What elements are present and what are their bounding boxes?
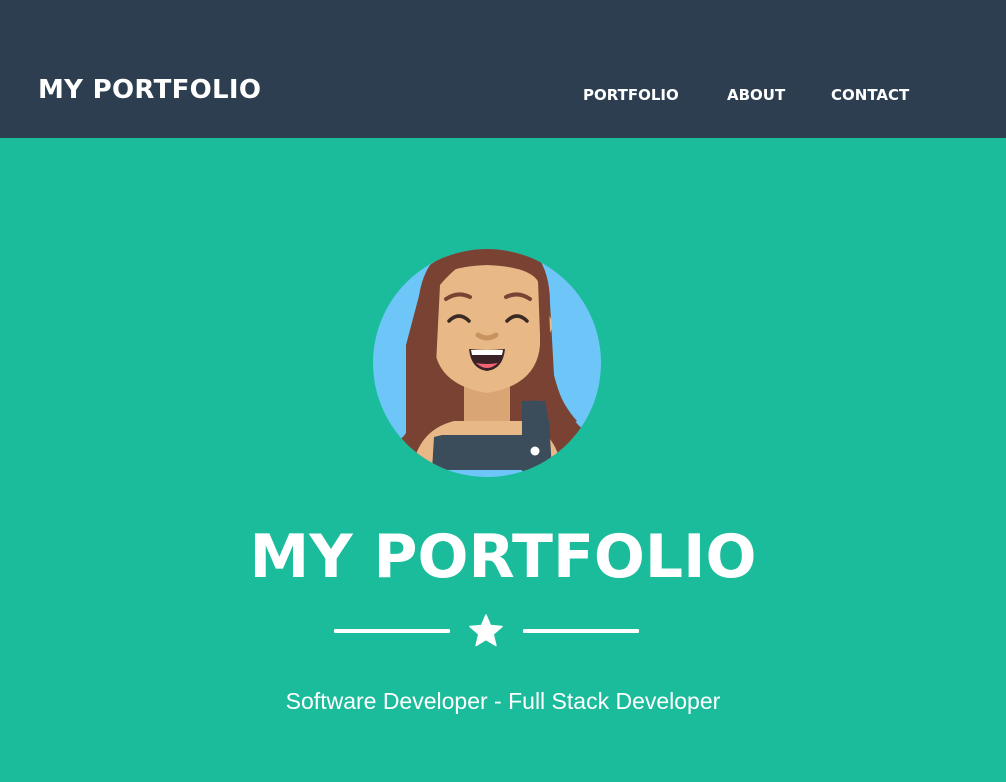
navbar: MY PORTFOLIO PORTFOLIO ABOUT CONTACT [0,0,1006,138]
hero-subtitle: Software Developer - Full Stack Develope… [285,688,721,714]
nav-link-contact[interactable]: CONTACT [831,85,909,105]
hero-title: MY PORTFOLIO [249,522,757,592]
divider-line-right [523,629,639,633]
brand-link[interactable]: MY PORTFOLIO [38,73,261,107]
smiling-woman-avatar-icon [373,249,601,477]
nav-link-portfolio[interactable]: PORTFOLIO [583,85,679,105]
star-icon [469,614,503,647]
nav-link-about[interactable]: ABOUT [727,85,785,105]
divider-line-left [334,629,450,633]
